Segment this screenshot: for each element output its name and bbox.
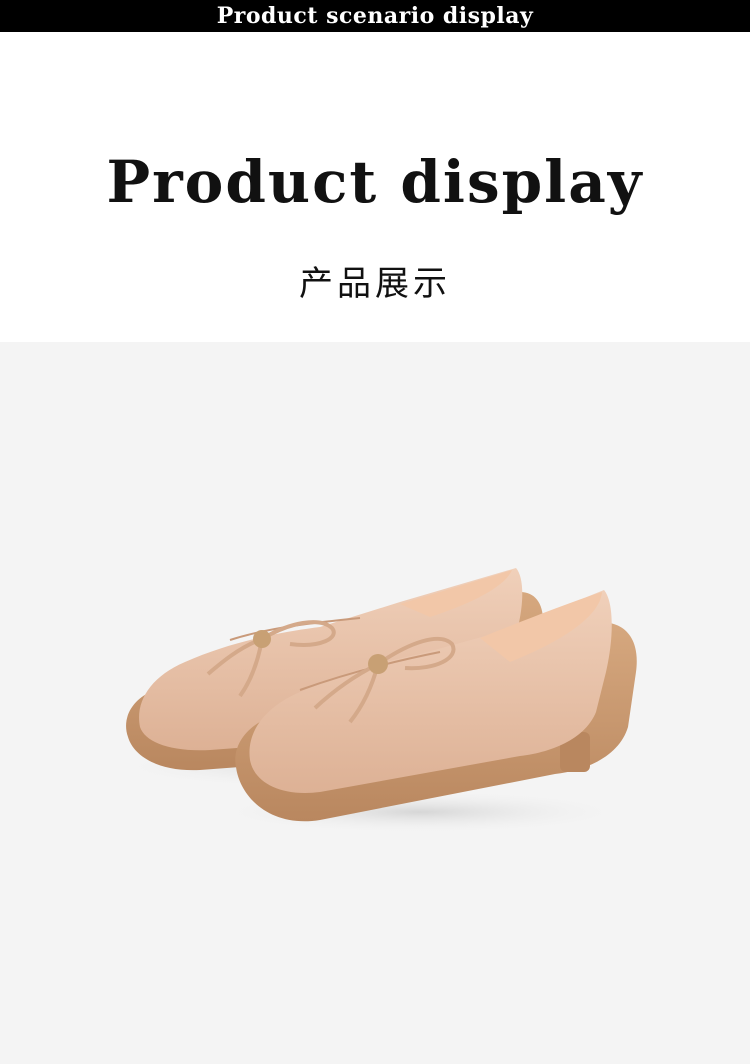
top-banner: Product scenario display [0, 0, 750, 32]
page-subtitle: 产品展示 [299, 264, 451, 304]
shoes-icon [110, 568, 637, 834]
product-photo [0, 342, 750, 1064]
page-title: Product display [106, 148, 644, 216]
title-section: Product display 产品展示 [0, 32, 750, 342]
